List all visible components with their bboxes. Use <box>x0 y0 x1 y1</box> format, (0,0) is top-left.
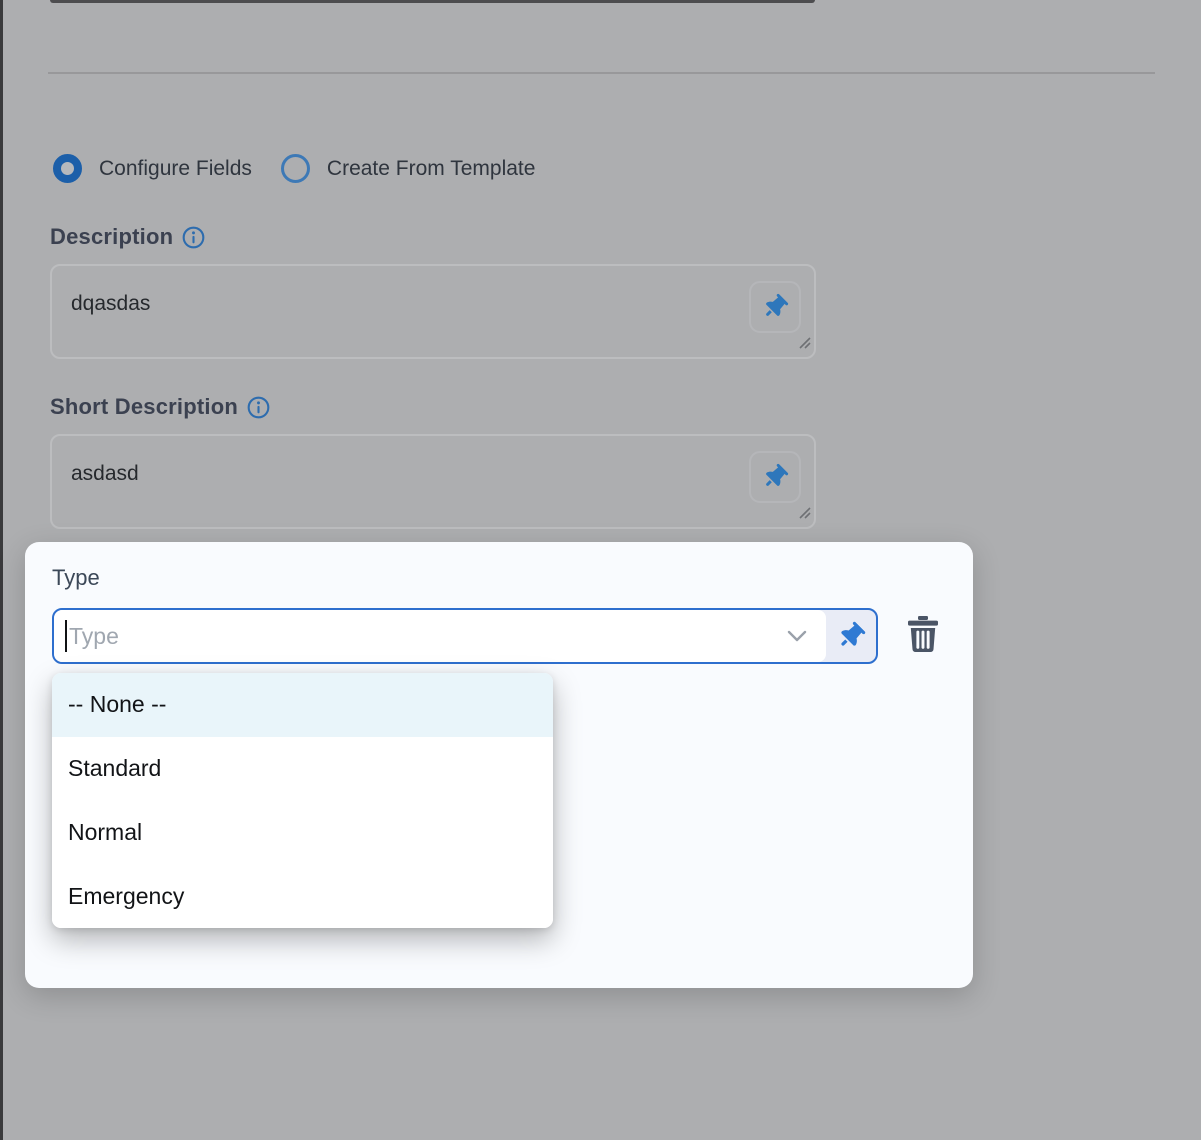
short-description-label: Short Description <box>50 394 238 420</box>
type-pin-button[interactable] <box>826 610 876 662</box>
resize-handle-icon[interactable] <box>796 334 811 354</box>
info-icon[interactable] <box>247 396 270 419</box>
type-label: Type <box>52 565 100 591</box>
dropdown-option-normal[interactable]: Normal <box>52 801 553 865</box>
short-description-textarea[interactable]: asdasd <box>52 436 814 527</box>
delete-field-button[interactable] <box>901 608 945 664</box>
radio-label: Create From Template <box>327 157 536 181</box>
text-caret <box>65 620 67 652</box>
type-dropdown-list: -- None -- Standard Normal Emergency <box>52 673 553 928</box>
page-left-border <box>0 0 3 1140</box>
resize-handle-icon[interactable] <box>796 504 811 524</box>
type-combobox <box>52 608 878 664</box>
clipped-field-bottom-border <box>50 0 815 3</box>
description-textarea[interactable]: dqasdas <box>52 266 814 357</box>
radio-label: Configure Fields <box>99 157 252 181</box>
short-description-pin-button[interactable] <box>749 451 801 503</box>
description-pin-button[interactable] <box>749 281 801 333</box>
description-label: Description <box>50 224 173 250</box>
description-label-row: Description <box>50 224 205 250</box>
mode-radio-group: Configure Fields Create From Template <box>53 154 535 183</box>
page: Configure Fields Create From Template De… <box>0 0 1201 1140</box>
radio-unselected-icon[interactable] <box>281 154 310 183</box>
type-input[interactable] <box>54 610 826 662</box>
short-description-textarea-box: asdasd <box>50 434 816 529</box>
dropdown-option-none[interactable]: -- None -- <box>52 673 553 737</box>
pin-icon <box>760 462 790 492</box>
short-description-label-row: Short Description <box>50 394 270 420</box>
chevron-down-icon[interactable] <box>786 610 808 662</box>
radio-selected-icon[interactable] <box>53 154 82 183</box>
radio-configure-fields[interactable]: Configure Fields <box>53 154 252 183</box>
dropdown-option-emergency[interactable]: Emergency <box>52 864 553 928</box>
section-divider <box>48 72 1155 74</box>
info-icon[interactable] <box>182 226 205 249</box>
radio-create-from-template[interactable]: Create From Template <box>281 154 536 183</box>
pin-icon <box>760 292 790 322</box>
type-field-spotlight-card: Type <box>25 542 973 988</box>
type-input-area <box>54 610 826 662</box>
dropdown-option-standard[interactable]: Standard <box>52 737 553 801</box>
pin-icon <box>835 620 868 653</box>
description-textarea-box: dqasdas <box>50 264 816 359</box>
trash-icon <box>907 616 939 656</box>
